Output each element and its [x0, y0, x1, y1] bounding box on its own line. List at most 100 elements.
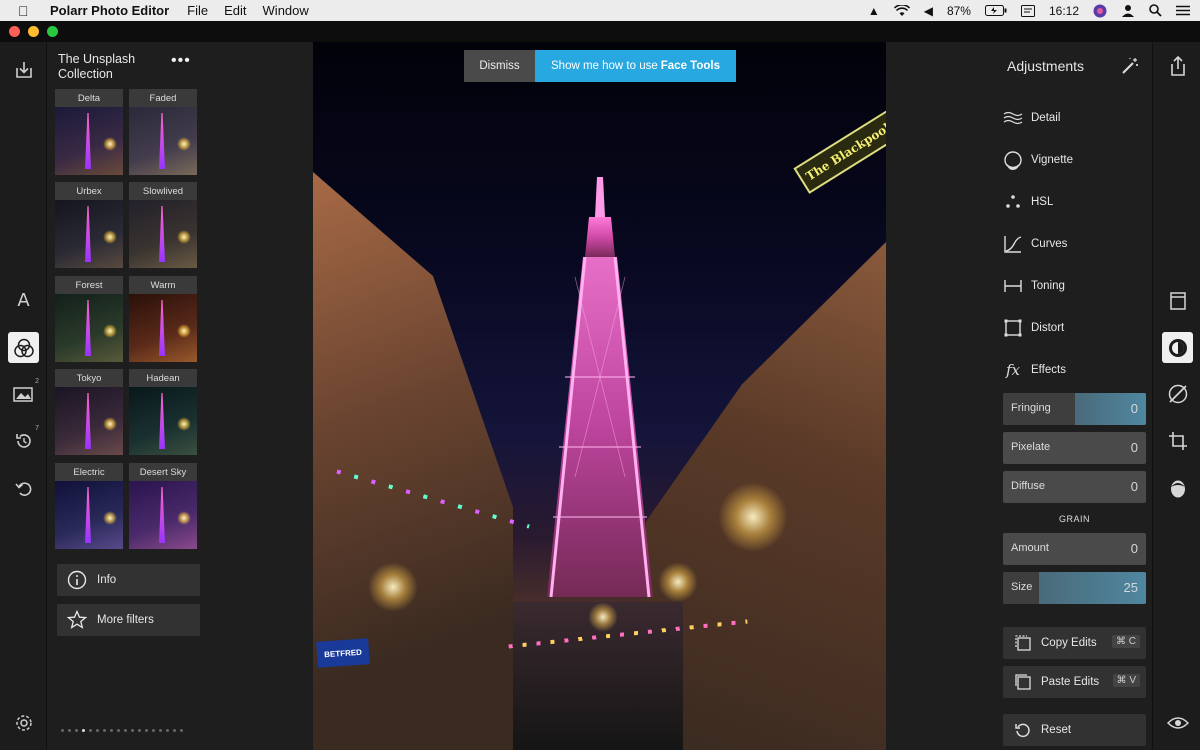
distort-icon	[1003, 318, 1023, 338]
reset-button[interactable]: Reset	[1003, 714, 1146, 746]
photo-streetlight	[658, 562, 698, 602]
display-icon[interactable]	[1020, 4, 1035, 17]
face-tools-text: Face Tools	[660, 60, 720, 72]
zoom-window-button[interactable]	[47, 26, 58, 37]
filter-label: Urbex	[55, 182, 123, 200]
adjust-vignette[interactable]: Vignette	[1003, 148, 1143, 172]
curves-label: Curves	[1031, 238, 1068, 250]
wifi-icon[interactable]	[893, 4, 910, 17]
photo-shop-sign: BETFRED	[316, 638, 370, 668]
adjustments-tab-icon[interactable]	[1162, 332, 1193, 363]
filter-label: Slowlived	[129, 182, 197, 200]
images-icon[interactable]: 2	[8, 378, 39, 409]
filter-thumb[interactable]: Faded	[129, 89, 197, 175]
paste-icon	[1013, 672, 1033, 692]
import-icon[interactable]	[8, 54, 39, 85]
curves-icon	[1003, 234, 1023, 254]
preview-eye-icon[interactable]	[1162, 707, 1193, 738]
grain-amount-slider[interactable]: Amount 0	[1003, 533, 1146, 565]
fringing-slider[interactable]: Fringing 0	[1003, 393, 1146, 425]
notification-center-icon[interactable]	[1176, 5, 1190, 16]
undo-icon[interactable]	[8, 472, 39, 503]
filter-label: Warm	[129, 276, 197, 294]
adjust-hsl[interactable]: HSL	[1003, 190, 1143, 214]
history-icon[interactable]: 7	[8, 425, 39, 456]
apple-icon[interactable]: 	[18, 3, 34, 19]
drive-icon[interactable]: ▲	[868, 4, 880, 18]
menu-edit[interactable]: Edit	[224, 3, 246, 18]
pixelate-slider[interactable]: Pixelate 0	[1003, 432, 1146, 464]
diffuse-slider[interactable]: Diffuse 0	[1003, 471, 1146, 503]
photo-streetlight	[718, 482, 788, 552]
more-filters-label: More filters	[97, 614, 154, 626]
filter-thumb[interactable]: Desert Sky	[129, 463, 197, 549]
menu-file[interactable]: File	[187, 3, 208, 18]
minimize-window-button[interactable]	[28, 26, 39, 37]
show-face-tools-button[interactable]: Show me how to use Face Tools	[535, 50, 736, 82]
filter-thumb[interactable]: Urbex	[55, 182, 123, 268]
photo-streetlight	[368, 562, 418, 612]
more-options-icon[interactable]: •••	[171, 52, 191, 70]
crop-icon[interactable]	[1162, 425, 1193, 456]
filter-preview	[129, 107, 197, 175]
grain-size-slider[interactable]: Size 25	[1003, 572, 1146, 604]
paste-edits-label: Paste Edits	[1041, 676, 1100, 688]
paste-shortcut: ⌘ V	[1112, 674, 1140, 687]
filter-preview	[55, 294, 123, 362]
menu-bar:  Polarr Photo Editor File Edit Window ▲…	[0, 0, 1200, 21]
filter-thumb[interactable]: Warm	[129, 276, 197, 362]
info-label: Info	[97, 574, 117, 586]
text-tool-icon[interactable]: A	[8, 285, 39, 316]
slider-value: 0	[1130, 440, 1138, 455]
layers-panel-icon[interactable]	[1162, 285, 1193, 316]
spotlight-search-icon[interactable]	[1149, 4, 1162, 17]
filter-thumb[interactable]: Delta	[55, 89, 123, 175]
filter-label: Faded	[129, 89, 197, 107]
info-button[interactable]: Info	[57, 564, 200, 596]
adjust-detail[interactable]: Detail	[1003, 106, 1143, 130]
app-name-menu[interactable]: Polarr Photo Editor	[50, 3, 169, 18]
filter-thumb[interactable]: Forest	[55, 276, 123, 362]
export-share-icon[interactable]	[1162, 50, 1193, 81]
reset-label: Reset	[1041, 724, 1072, 736]
filter-thumb[interactable]: Tokyo	[55, 369, 123, 455]
paste-edits-button[interactable]: Paste Edits ⌘ V	[1003, 666, 1146, 698]
adjust-distort[interactable]: Distort	[1003, 316, 1143, 340]
collection-title: The Unsplash Collection	[58, 52, 136, 81]
user-icon[interactable]	[1121, 4, 1135, 18]
photo-sign: The Blackpool	[793, 110, 886, 194]
more-filters-button[interactable]: More filters	[57, 604, 200, 636]
adjust-effects[interactable]: fx Effects	[1003, 358, 1143, 382]
adjustments-title: Adjustments	[1007, 58, 1085, 74]
retouch-brush-icon[interactable]	[1162, 378, 1193, 409]
filters-icon[interactable]	[8, 332, 39, 363]
battery-icon[interactable]	[984, 5, 1007, 16]
clock-time[interactable]: 16:12	[1049, 4, 1079, 18]
filter-preview	[55, 200, 123, 268]
siri-icon[interactable]	[1093, 4, 1107, 18]
volume-icon[interactable]: ◀	[924, 4, 933, 18]
slider-label: Pixelate	[1011, 441, 1051, 453]
face-tools-icon[interactable]	[1162, 472, 1193, 503]
photo-tower	[547, 177, 653, 597]
copy-shortcut: ⌘ C	[1112, 635, 1140, 648]
copy-edits-button[interactable]: Copy Edits ⌘ C	[1003, 627, 1146, 659]
dismiss-button[interactable]: Dismiss	[464, 50, 535, 82]
filter-label: Forest	[55, 276, 123, 294]
filter-thumb[interactable]: Hadean	[129, 369, 197, 455]
adjust-toning[interactable]: Toning	[1003, 274, 1143, 298]
filter-thumb[interactable]: Electric	[55, 463, 123, 549]
photo-canvas[interactable]: The Blackpool BETFRED	[313, 42, 886, 750]
menu-window[interactable]: Window	[263, 3, 309, 18]
filter-thumb[interactable]: Slowlived	[129, 182, 197, 268]
show-how-text: Show me how to use	[551, 60, 658, 72]
magic-wand-icon[interactable]	[1120, 56, 1140, 76]
effects-fx-icon: fx	[1005, 361, 1020, 379]
page-indicator[interactable]	[61, 729, 191, 735]
history-badge: 7	[35, 425, 39, 432]
close-window-button[interactable]	[9, 26, 20, 37]
filter-preview	[55, 481, 123, 549]
filter-preview	[55, 387, 123, 455]
adjust-curves[interactable]: Curves	[1003, 232, 1143, 256]
settings-gear-icon[interactable]	[8, 707, 39, 738]
